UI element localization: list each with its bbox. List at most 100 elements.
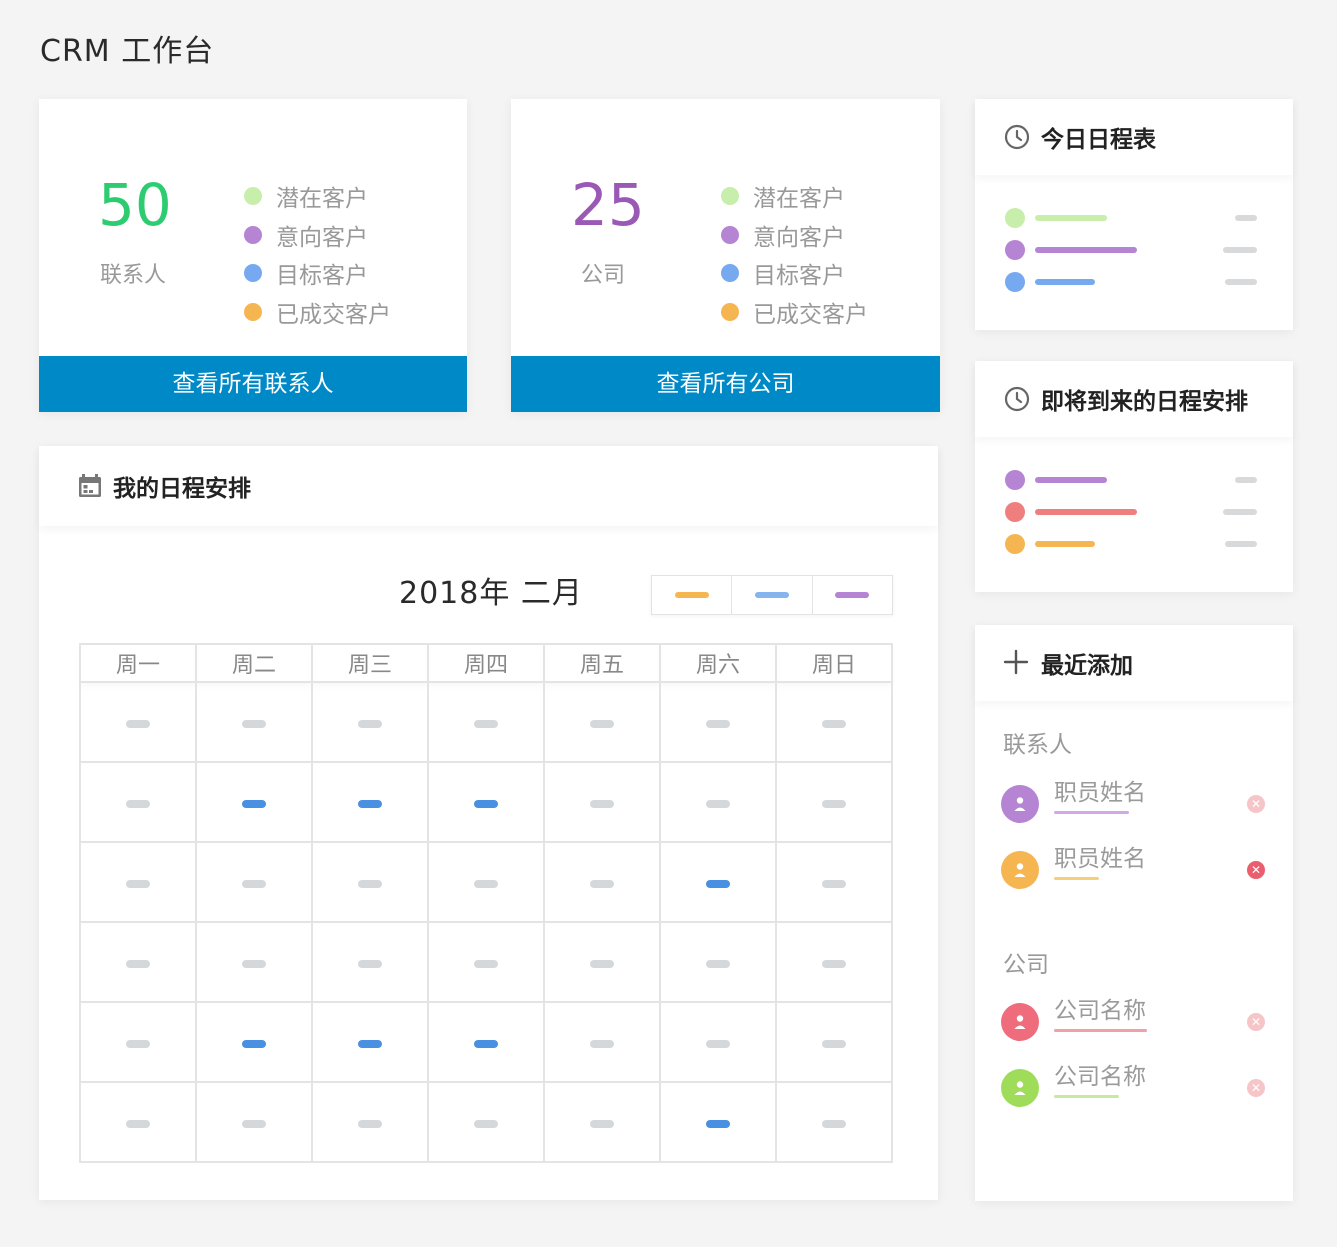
- calendar-day-cell[interactable]: [79, 761, 197, 843]
- calendar-day-cell[interactable]: [543, 681, 661, 763]
- calendar-day-cell[interactable]: [543, 1001, 661, 1083]
- calendar-day-cell[interactable]: [195, 681, 313, 763]
- legend-segment[interactable]: [652, 576, 733, 614]
- calendar-day-cell[interactable]: [775, 841, 893, 923]
- calendar-day-cell[interactable]: [659, 841, 777, 923]
- calendar-day-cell[interactable]: [427, 761, 545, 843]
- calendar-day-cell[interactable]: [79, 921, 197, 1003]
- schedule-bar: [1035, 541, 1095, 547]
- user-avatar-icon: [1001, 1003, 1039, 1041]
- calendar-day-cell[interactable]: [195, 761, 313, 843]
- calendar-day-cell[interactable]: [775, 761, 893, 843]
- calendar-day-cell[interactable]: [427, 1001, 545, 1083]
- calendar-day-cell[interactable]: [659, 1001, 777, 1083]
- calendar-week-row: [79, 681, 893, 763]
- remove-icon[interactable]: ✕: [1247, 861, 1265, 879]
- empty-day-marker: [590, 1119, 614, 1128]
- empty-day-marker: [242, 879, 266, 888]
- legend-segment[interactable]: [732, 576, 813, 614]
- schedule-bar: [1035, 509, 1137, 515]
- company-name: 公司名称: [1054, 1064, 1146, 1090]
- calendar-day-cell[interactable]: [195, 1001, 313, 1083]
- calendar-day-cell[interactable]: [79, 681, 197, 763]
- calendar-day-cell[interactable]: [311, 1081, 429, 1163]
- calendar-body: [79, 681, 893, 1163]
- schedule-time-placeholder: [1235, 477, 1257, 483]
- calendar-day-cell[interactable]: [775, 921, 893, 1003]
- calendar-day-cell[interactable]: [311, 921, 429, 1003]
- legend-label: 潜在客户: [753, 186, 845, 213]
- legend-segment[interactable]: [813, 576, 892, 614]
- calendar-week-row: [79, 1081, 893, 1163]
- user-avatar-icon: [1001, 851, 1039, 889]
- recent-contact-item[interactable]: 职员姓名 ✕: [1001, 846, 1265, 891]
- calendar-day-cell[interactable]: [659, 761, 777, 843]
- calendar-day-cell[interactable]: [311, 681, 429, 763]
- calendar-day-cell[interactable]: [79, 841, 197, 923]
- view-all-contacts-button[interactable]: 查看所有联系人: [39, 356, 467, 412]
- calendar-day-cell[interactable]: [427, 921, 545, 1003]
- company-name: 公司名称: [1054, 998, 1146, 1024]
- view-all-companies-button[interactable]: 查看所有公司: [511, 356, 940, 412]
- schedule-item[interactable]: [1005, 533, 1257, 554]
- weekday-header: 周四: [428, 644, 545, 683]
- legend-dot: [721, 225, 739, 244]
- empty-day-marker: [242, 719, 266, 728]
- calendar-day-cell[interactable]: [195, 1081, 313, 1163]
- legend-label: 目标客户: [753, 263, 845, 290]
- empty-day-marker: [126, 959, 150, 968]
- event-marker: [358, 1039, 382, 1048]
- calendar-day-cell[interactable]: [775, 1001, 893, 1083]
- legend-dot: [244, 187, 262, 206]
- legend-color-bar: [674, 592, 709, 598]
- calendar-day-cell[interactable]: [311, 761, 429, 843]
- recent-company-item[interactable]: 公司名称 ✕: [1001, 1064, 1265, 1109]
- my-schedule-header: 我的日程安排: [39, 446, 938, 526]
- companies-label: 公司: [581, 263, 626, 288]
- legend-dot: [721, 187, 739, 206]
- calendar-week-row: [79, 921, 893, 1003]
- empty-day-marker: [706, 719, 730, 728]
- calendar-day-cell[interactable]: [775, 1081, 893, 1163]
- schedule-item[interactable]: [1005, 271, 1257, 292]
- schedule-dot: [1005, 470, 1025, 490]
- legend-label: 已成交客户: [276, 301, 391, 328]
- calendar-day-cell[interactable]: [79, 1001, 197, 1083]
- schedule-item[interactable]: [1005, 501, 1257, 522]
- schedule-item[interactable]: [1005, 207, 1257, 228]
- calendar-legend: [651, 575, 893, 615]
- calendar-day-cell[interactable]: [543, 761, 661, 843]
- calendar-day-cell[interactable]: [311, 841, 429, 923]
- recent-company-item[interactable]: 公司名称 ✕: [1001, 998, 1265, 1043]
- empty-day-marker: [822, 959, 846, 968]
- recent-contact-item[interactable]: 职员姓名 ✕: [1001, 780, 1265, 825]
- calendar-day-cell[interactable]: [543, 1081, 661, 1163]
- name-underline: [1054, 811, 1129, 814]
- calendar-day-cell[interactable]: [659, 1081, 777, 1163]
- schedule-item[interactable]: [1005, 239, 1257, 260]
- calendar-day-cell[interactable]: [427, 681, 545, 763]
- remove-icon[interactable]: ✕: [1247, 795, 1265, 813]
- calendar-day-cell[interactable]: [659, 921, 777, 1003]
- remove-icon[interactable]: ✕: [1247, 1013, 1265, 1031]
- calendar-day-cell[interactable]: [79, 1081, 197, 1163]
- calendar-day-cell[interactable]: [543, 841, 661, 923]
- remove-icon[interactable]: ✕: [1247, 1079, 1265, 1097]
- schedule-item[interactable]: [1005, 469, 1257, 490]
- calendar-day-cell[interactable]: [659, 681, 777, 763]
- calendar-day-cell[interactable]: [195, 921, 313, 1003]
- calendar-day-cell[interactable]: [195, 841, 313, 923]
- empty-day-marker: [590, 879, 614, 888]
- calendar-day-cell[interactable]: [311, 1001, 429, 1083]
- calendar-day-cell[interactable]: [427, 1081, 545, 1163]
- empty-day-marker: [822, 719, 846, 728]
- calendar-day-cell[interactable]: [427, 841, 545, 923]
- weekday-header: 周二: [196, 644, 313, 683]
- plus-icon: [1003, 649, 1031, 677]
- calendar-day-cell[interactable]: [775, 681, 893, 763]
- calendar-day-cell[interactable]: [543, 921, 661, 1003]
- event-marker: [242, 1039, 266, 1048]
- legend-color-bar: [754, 592, 789, 598]
- companies-count: 25: [571, 171, 645, 239]
- legend-item-intended: 意向客户: [721, 216, 868, 255]
